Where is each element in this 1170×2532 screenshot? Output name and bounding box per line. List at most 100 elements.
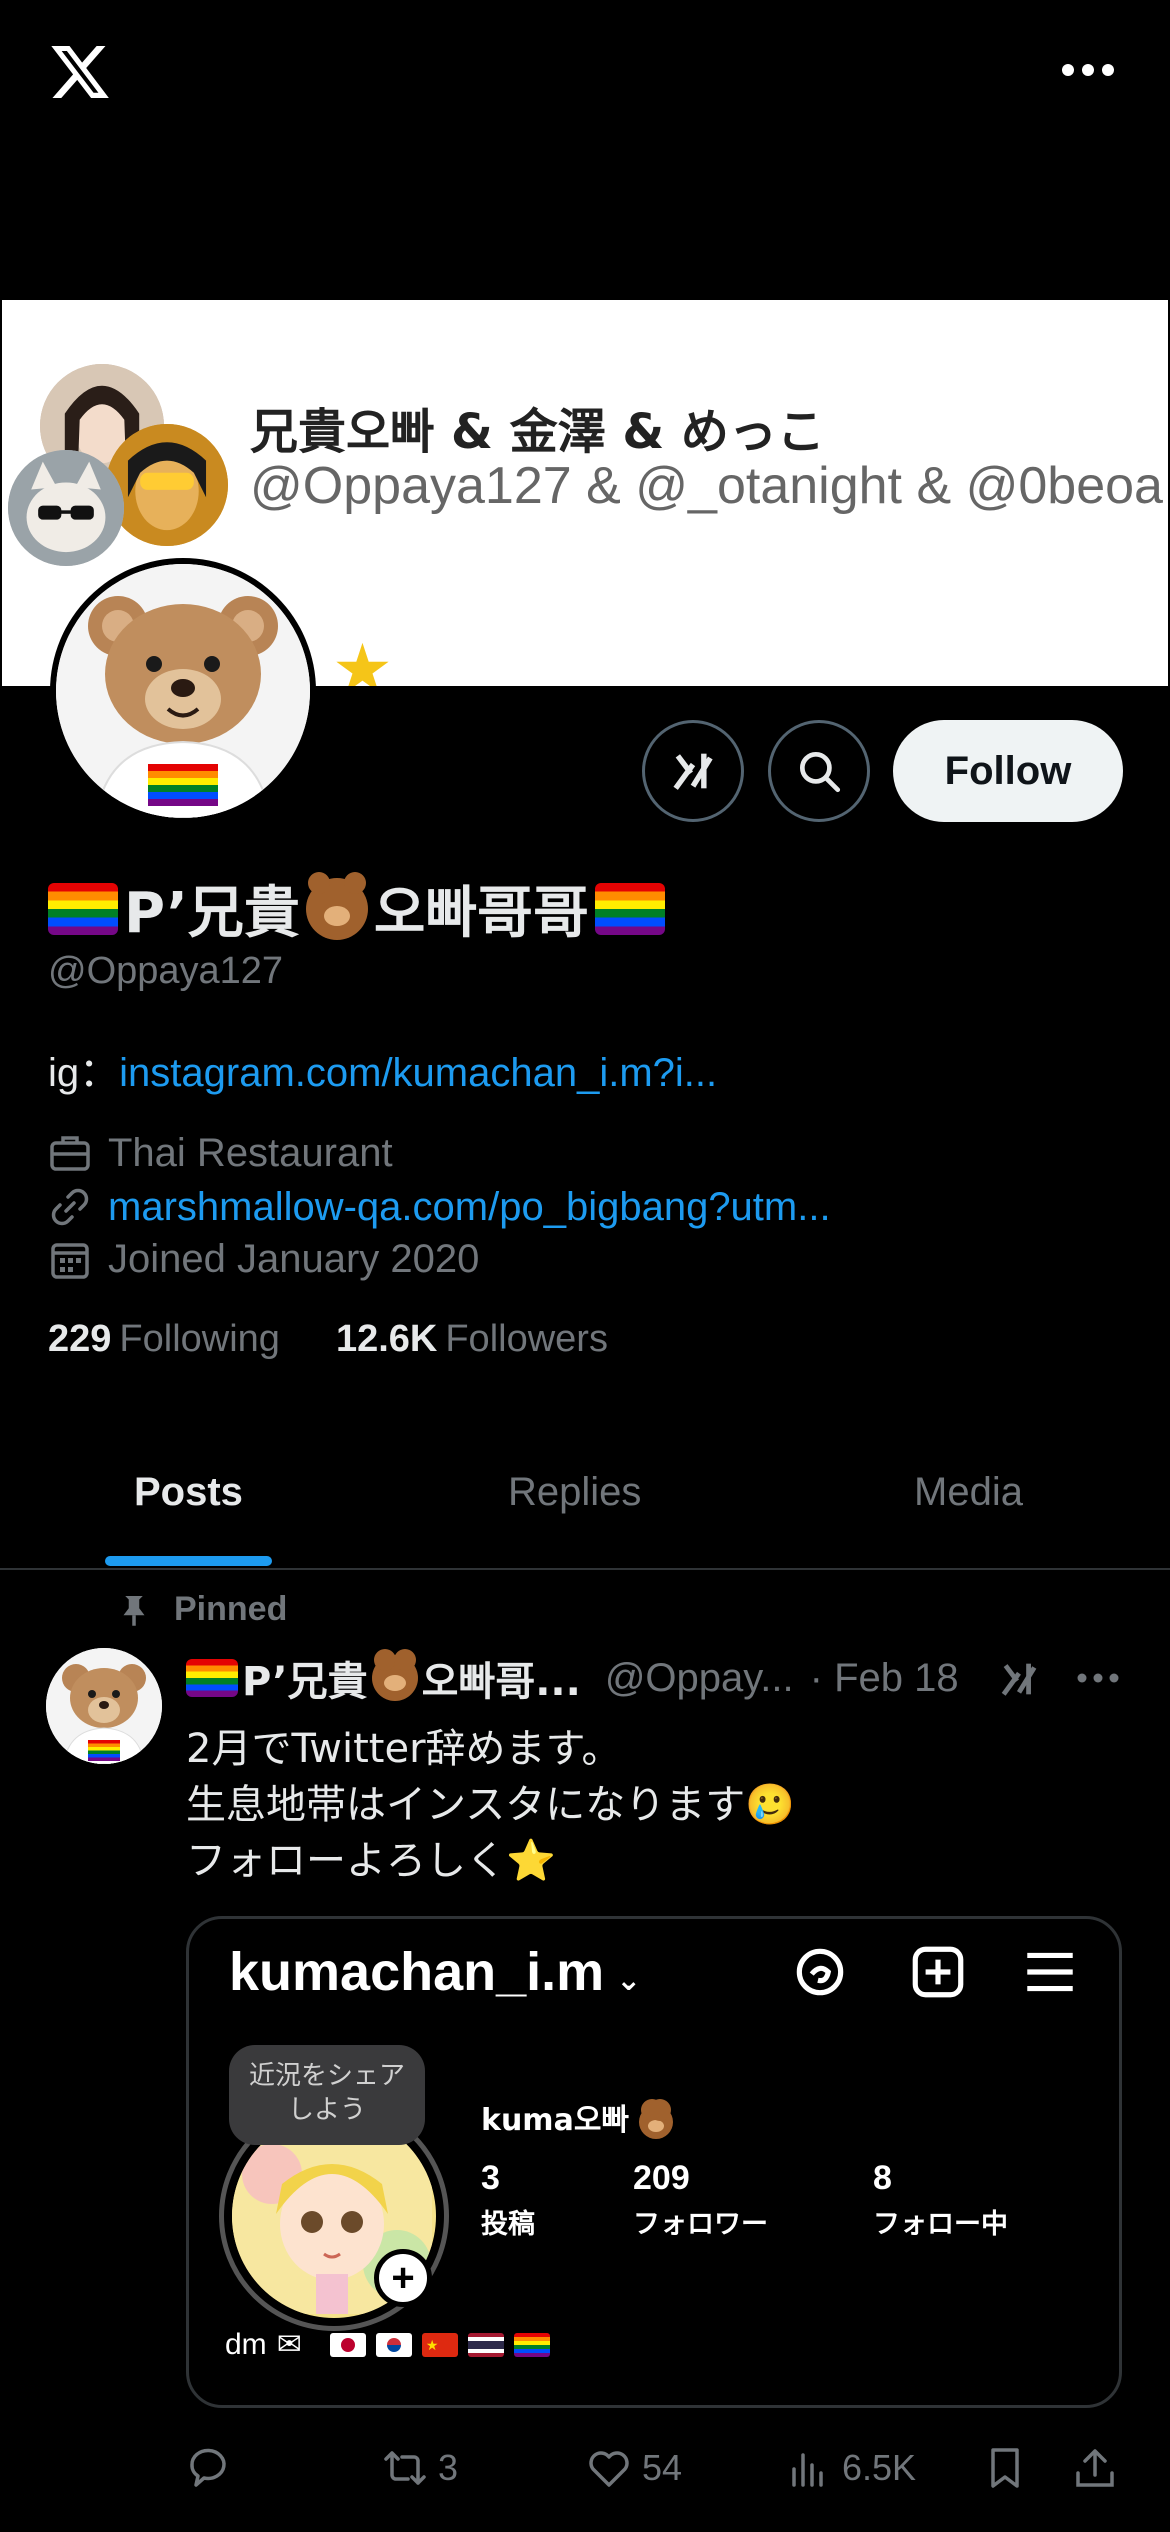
post-more-icon[interactable]	[1076, 1670, 1120, 1686]
following-stat[interactable]: 229 Following	[48, 1318, 280, 1361]
card-display-name: kuma오빠	[481, 2095, 674, 2139]
share-button[interactable]	[1072, 2440, 1118, 2496]
views-button[interactable]: 6.5K	[786, 2440, 916, 2496]
profile-tabs: Posts Replies Media	[0, 1430, 1170, 1570]
profile-bio: ig：instagram.com/kumachan_i.m?i...	[48, 1040, 717, 1098]
card-following-stat: 8 フォロー中	[873, 2159, 1008, 2241]
heart-icon	[589, 2451, 629, 2487]
share-icon	[1076, 2449, 1114, 2487]
pinned-label: Pinned	[174, 1590, 288, 1628]
display-name: P’兄貴 오빠哥哥	[48, 868, 665, 949]
post-text-line-3-text: フォローよろしく	[186, 1838, 506, 1884]
bio-instagram-link[interactable]: instagram.com/kumachan_i.m?i...	[119, 1051, 717, 1095]
post-actions: 3 54 6.5K	[186, 2440, 1126, 2496]
bear-face-icon	[305, 871, 368, 940]
followers-stat[interactable]: 12.6K Followers	[336, 1318, 608, 1361]
link-icon	[51, 1188, 89, 1226]
repost-count: 3	[438, 2447, 459, 2488]
bear-face-icon	[371, 1649, 418, 1701]
grok-button[interactable]	[642, 720, 744, 822]
bookmark-icon	[991, 2448, 1019, 2488]
thailand-flag-icon	[467, 2332, 504, 2357]
korea-flag-icon	[375, 2332, 412, 2357]
profile-category: Thai Restaurant	[48, 1128, 393, 1178]
profile-avatar[interactable]	[50, 558, 316, 824]
following-label: Following	[119, 1318, 280, 1360]
add-story-icon: +	[374, 2249, 432, 2307]
followers-count: 12.6K	[335, 1318, 438, 1360]
profile-handle: @Oppaya127	[48, 950, 284, 992]
bio-prefix: ig：	[48, 1051, 120, 1095]
envelope-icon: ✉	[276, 2328, 302, 2361]
card-posts-label: 投稿	[481, 2209, 535, 2240]
card-bio-text: dm	[225, 2327, 267, 2361]
card-following-label: フォロー中	[873, 2209, 1008, 2240]
like-count: 54	[642, 2447, 683, 2488]
x-logo-icon[interactable]	[46, 40, 114, 104]
followers-label: Followers	[445, 1318, 608, 1360]
card-followers-label: フォロワー	[633, 2209, 768, 2240]
like-button[interactable]: 54	[586, 2440, 682, 2496]
banner-handles: @Oppaya127 & @_otanight & @0beoa	[250, 457, 1163, 515]
china-flag-icon: ★	[421, 2332, 458, 2357]
pin-icon	[123, 1595, 145, 1626]
post-author-name-end[interactable]: 오빠哥...	[422, 1649, 581, 1707]
joined-label: Joined January 2020	[108, 1236, 480, 1281]
tab-posts[interactable]: Posts	[134, 1470, 243, 1515]
display-name-start: P’兄貴	[124, 881, 300, 946]
post-media-image[interactable]: kumachan_i.m ⌄ 近況をシェア しよう + kuma오빠 3 投稿 209…	[186, 1916, 1122, 2408]
card-posts-count: 3	[481, 2159, 500, 2197]
note-bubble: 近況をシェア しよう	[229, 2045, 425, 2145]
add-post-icon	[907, 1941, 969, 2003]
card-bio: dm ✉ ★	[225, 2327, 550, 2362]
reply-button[interactable]	[186, 2440, 242, 2496]
active-tab-indicator	[105, 1556, 272, 1566]
post-text-line-2: 生息地帯はインスタになります🥲	[186, 1772, 795, 1830]
banner-avatar-3	[8, 450, 124, 566]
card-followers-stat: 209 フォロワー	[633, 2159, 768, 2241]
bookmark-button[interactable]	[982, 2440, 1028, 2496]
rainbow-flag-icon	[513, 2332, 550, 2357]
tab-replies[interactable]: Replies	[508, 1470, 641, 1515]
menu-icon	[1019, 1941, 1081, 2003]
tab-media[interactable]: Media	[914, 1470, 1023, 1515]
reply-icon	[190, 2448, 226, 2487]
search-button[interactable]	[768, 720, 870, 822]
post-date[interactable]: · Feb 18	[810, 1656, 959, 1701]
grok-icon[interactable]	[996, 1656, 1042, 1702]
follow-button[interactable]: Follow	[893, 720, 1123, 822]
website-link[interactable]: marshmallow-qa.com/po_bigbang?utm...	[108, 1185, 831, 1230]
grok-icon	[673, 753, 713, 790]
card-username: kumachan_i.m ⌄	[229, 1941, 641, 2003]
rainbow-flag-icon	[48, 882, 118, 935]
more-horizontal-icon[interactable]	[1060, 56, 1116, 84]
banner-avatar-2	[106, 424, 228, 546]
star-icon: ★	[332, 631, 393, 686]
post-text-line-3: フォローよろしく⭐	[186, 1828, 556, 1886]
threads-icon	[789, 1941, 851, 2003]
card-followers-count: 209	[633, 2159, 690, 2197]
tear-smile-emoji: 🥲	[745, 1782, 796, 1828]
views-count: 6.5K	[842, 2447, 917, 2488]
card-username-text: kumachan_i.m	[229, 1942, 605, 2002]
post-author-avatar[interactable]	[46, 1648, 162, 1764]
repost-button[interactable]: 3	[382, 2440, 458, 2496]
repost-icon	[384, 2451, 426, 2485]
following-count: 229	[48, 1318, 112, 1360]
post-author-handle[interactable]: @Oppay...	[605, 1656, 794, 1701]
post-text-line-2-text: 生息地帯はインスタになります	[186, 1782, 746, 1828]
banner-title: 兄貴오빠 & 金澤 & めっこ	[250, 404, 825, 460]
profile-website: marshmallow-qa.com/po_bigbang?utm...	[48, 1182, 831, 1232]
rainbow-flag-icon	[594, 882, 665, 935]
search-icon	[799, 751, 841, 793]
post-author-name-start[interactable]: P’兄貴	[242, 1649, 368, 1707]
note-bubble-line-1: 近況をシェア	[248, 2061, 405, 2091]
pinned-indicator: Pinned	[120, 1590, 287, 1629]
note-bubble-line-2: しよう	[287, 2095, 366, 2125]
top-bar	[0, 0, 1170, 300]
card-posts-stat: 3 投稿	[481, 2159, 535, 2241]
profile-joined: Joined January 2020	[48, 1234, 479, 1284]
category-label: Thai Restaurant	[108, 1130, 393, 1175]
analytics-icon	[792, 2453, 823, 2487]
briefcase-icon	[50, 1136, 90, 1171]
